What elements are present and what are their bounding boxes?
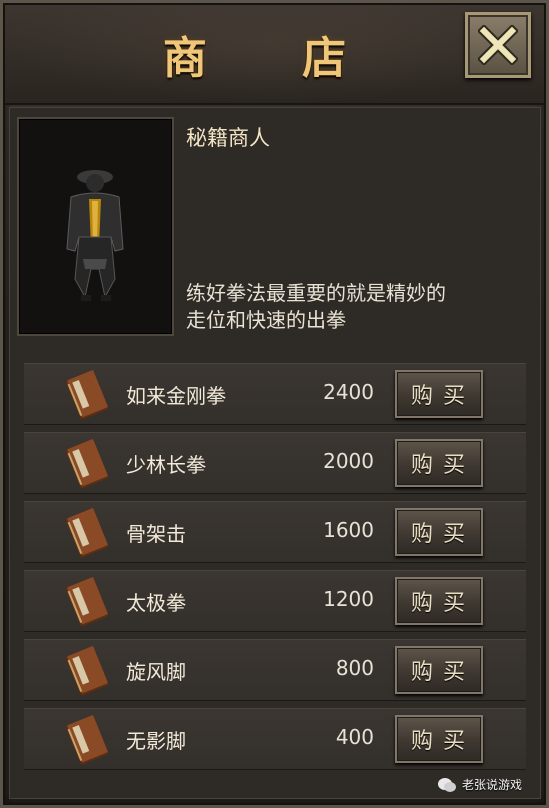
shop-item-row: 太极拳 1200 购买 [24,570,526,632]
shop-item-row: 少林长拳 2000 购买 [24,432,526,494]
buy-button[interactable]: 购买 [395,439,483,487]
npc-name: 秘籍商人 [186,126,270,150]
npc-figure-image [66,170,124,301]
item-price: 2400 [323,380,374,404]
item-price: 800 [335,656,374,680]
watermark: 老张说游戏 [437,776,522,793]
book-icon [65,577,109,627]
shop-item-row: 无影脚 400 购买 [24,708,526,770]
item-price: 1200 [323,587,374,611]
buy-button[interactable]: 购买 [395,370,483,418]
shop-item-row: 如来金刚拳 2400 购买 [24,363,526,425]
item-name: 如来金刚拳 [126,384,226,408]
npc-portrait [17,117,174,336]
item-price: 400 [335,725,374,749]
book-icon [65,439,109,489]
book-icon [65,370,109,420]
wechat-icon [438,777,456,792]
close-icon [478,25,518,65]
item-price: 1600 [323,518,374,542]
close-button[interactable] [465,12,531,78]
item-name: 旋风脚 [126,660,186,684]
book-icon [65,508,109,558]
item-name: 无影脚 [126,729,186,753]
book-icon [65,646,109,696]
book-icon [65,715,109,765]
shop-item-row: 旋风脚 800 购买 [24,639,526,701]
npc-description: 练好拳法最重要的就是精妙的走位和快速的出拳 [186,281,446,332]
item-name: 骨架击 [126,522,186,546]
item-price: 2000 [323,449,374,473]
watermark-text: 老张说游戏 [462,778,523,792]
item-name: 少林长拳 [126,453,206,477]
buy-button[interactable]: 购买 [395,577,483,625]
item-name: 太极拳 [126,591,186,615]
buy-button[interactable]: 购买 [395,715,483,763]
buy-button[interactable]: 购买 [395,508,483,556]
shop-item-row: 骨架击 1600 购买 [24,501,526,563]
buy-button[interactable]: 购买 [395,646,483,694]
